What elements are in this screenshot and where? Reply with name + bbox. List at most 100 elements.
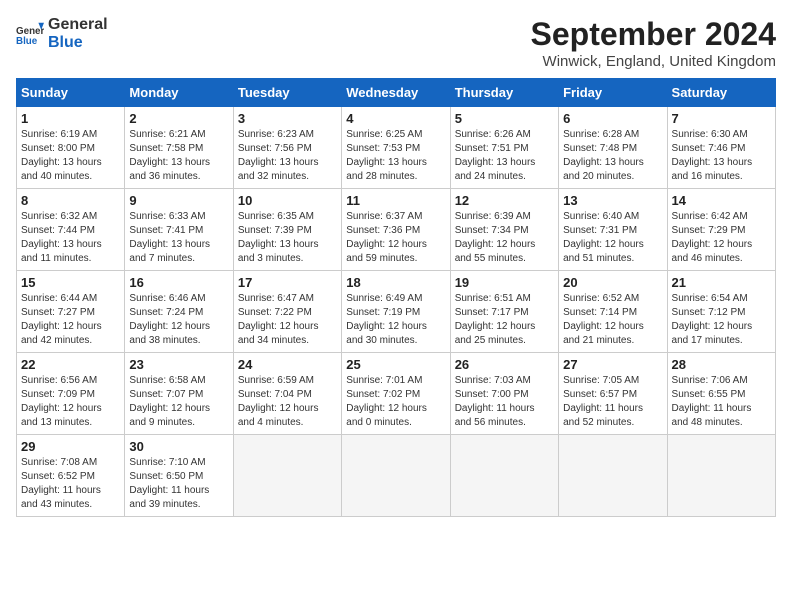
table-row: 29 Sunrise: 7:08 AMSunset: 6:52 PMDaylig… [17, 435, 125, 517]
table-row: 2 Sunrise: 6:21 AMSunset: 7:58 PMDayligh… [125, 107, 233, 189]
day-number: 3 [238, 111, 337, 126]
day-info: Sunrise: 6:32 AMSunset: 7:44 PMDaylight:… [21, 210, 120, 266]
table-row [559, 435, 667, 517]
table-row: 17 Sunrise: 6:47 AMSunset: 7:22 PMDaylig… [233, 271, 341, 353]
day-number: 23 [129, 357, 228, 372]
col-sunday: Sunday [17, 79, 125, 107]
table-row [667, 435, 775, 517]
logo: General Blue General Blue [16, 16, 108, 51]
day-number: 24 [238, 357, 337, 372]
day-number: 7 [672, 111, 771, 126]
table-row: 9 Sunrise: 6:33 AMSunset: 7:41 PMDayligh… [125, 189, 233, 271]
title-area: September 2024 Winwick, England, United … [531, 16, 776, 70]
day-info: Sunrise: 6:59 AMSunset: 7:04 PMDaylight:… [238, 374, 337, 430]
day-info: Sunrise: 6:44 AMSunset: 7:27 PMDaylight:… [21, 292, 120, 348]
day-number: 20 [563, 275, 662, 290]
day-number: 30 [129, 439, 228, 454]
day-number: 27 [563, 357, 662, 372]
day-number: 16 [129, 275, 228, 290]
day-number: 1 [21, 111, 120, 126]
day-info: Sunrise: 6:58 AMSunset: 7:07 PMDaylight:… [129, 374, 228, 430]
day-number: 19 [455, 275, 554, 290]
table-row: 3 Sunrise: 6:23 AMSunset: 7:56 PMDayligh… [233, 107, 341, 189]
table-row: 19 Sunrise: 6:51 AMSunset: 7:17 PMDaylig… [450, 271, 558, 353]
table-row: 21 Sunrise: 6:54 AMSunset: 7:12 PMDaylig… [667, 271, 775, 353]
table-row: 10 Sunrise: 6:35 AMSunset: 7:39 PMDaylig… [233, 189, 341, 271]
table-row: 27 Sunrise: 7:05 AMSunset: 6:57 PMDaylig… [559, 353, 667, 435]
day-number: 21 [672, 275, 771, 290]
day-number: 4 [346, 111, 445, 126]
day-info: Sunrise: 6:30 AMSunset: 7:46 PMDaylight:… [672, 128, 771, 184]
day-info: Sunrise: 6:39 AMSunset: 7:34 PMDaylight:… [455, 210, 554, 266]
day-info: Sunrise: 6:26 AMSunset: 7:51 PMDaylight:… [455, 128, 554, 184]
table-row: 24 Sunrise: 6:59 AMSunset: 7:04 PMDaylig… [233, 353, 341, 435]
day-number: 15 [21, 275, 120, 290]
day-number: 11 [346, 193, 445, 208]
day-number: 17 [238, 275, 337, 290]
day-info: Sunrise: 6:25 AMSunset: 7:53 PMDaylight:… [346, 128, 445, 184]
svg-text:Blue: Blue [16, 35, 38, 46]
day-info: Sunrise: 6:19 AMSunset: 8:00 PMDaylight:… [21, 128, 120, 184]
day-info: Sunrise: 6:23 AMSunset: 7:56 PMDaylight:… [238, 128, 337, 184]
col-tuesday: Tuesday [233, 79, 341, 107]
table-row [450, 435, 558, 517]
day-info: Sunrise: 6:52 AMSunset: 7:14 PMDaylight:… [563, 292, 662, 348]
table-row: 8 Sunrise: 6:32 AMSunset: 7:44 PMDayligh… [17, 189, 125, 271]
table-row: 20 Sunrise: 6:52 AMSunset: 7:14 PMDaylig… [559, 271, 667, 353]
day-info: Sunrise: 6:46 AMSunset: 7:24 PMDaylight:… [129, 292, 228, 348]
col-wednesday: Wednesday [342, 79, 450, 107]
table-row: 1 Sunrise: 6:19 AMSunset: 8:00 PMDayligh… [17, 107, 125, 189]
table-row: 13 Sunrise: 6:40 AMSunset: 7:31 PMDaylig… [559, 189, 667, 271]
day-number: 6 [563, 111, 662, 126]
table-row: 7 Sunrise: 6:30 AMSunset: 7:46 PMDayligh… [667, 107, 775, 189]
day-info: Sunrise: 6:54 AMSunset: 7:12 PMDaylight:… [672, 292, 771, 348]
logo-blue-text: Blue [48, 34, 108, 52]
table-row: 4 Sunrise: 6:25 AMSunset: 7:53 PMDayligh… [342, 107, 450, 189]
table-row: 5 Sunrise: 6:26 AMSunset: 7:51 PMDayligh… [450, 107, 558, 189]
day-number: 5 [455, 111, 554, 126]
day-info: Sunrise: 6:33 AMSunset: 7:41 PMDaylight:… [129, 210, 228, 266]
day-number: 12 [455, 193, 554, 208]
col-thursday: Thursday [450, 79, 558, 107]
day-info: Sunrise: 6:42 AMSunset: 7:29 PMDaylight:… [672, 210, 771, 266]
col-monday: Monday [125, 79, 233, 107]
table-row: 30 Sunrise: 7:10 AMSunset: 6:50 PMDaylig… [125, 435, 233, 517]
day-number: 25 [346, 357, 445, 372]
day-number: 22 [21, 357, 120, 372]
day-info: Sunrise: 7:05 AMSunset: 6:57 PMDaylight:… [563, 374, 662, 430]
table-row: 12 Sunrise: 6:39 AMSunset: 7:34 PMDaylig… [450, 189, 558, 271]
day-info: Sunrise: 6:21 AMSunset: 7:58 PMDaylight:… [129, 128, 228, 184]
day-info: Sunrise: 6:37 AMSunset: 7:36 PMDaylight:… [346, 210, 445, 266]
calendar-subtitle: Winwick, England, United Kingdom [531, 53, 776, 70]
col-friday: Friday [559, 79, 667, 107]
week-row-1: 8 Sunrise: 6:32 AMSunset: 7:44 PMDayligh… [17, 189, 776, 271]
day-number: 14 [672, 193, 771, 208]
day-number: 28 [672, 357, 771, 372]
day-number: 10 [238, 193, 337, 208]
day-number: 29 [21, 439, 120, 454]
col-saturday: Saturday [667, 79, 775, 107]
calendar-title: September 2024 [531, 16, 776, 53]
day-info: Sunrise: 6:56 AMSunset: 7:09 PMDaylight:… [21, 374, 120, 430]
day-info: Sunrise: 7:06 AMSunset: 6:55 PMDaylight:… [672, 374, 771, 430]
day-info: Sunrise: 6:28 AMSunset: 7:48 PMDaylight:… [563, 128, 662, 184]
table-row: 28 Sunrise: 7:06 AMSunset: 6:55 PMDaylig… [667, 353, 775, 435]
day-info: Sunrise: 6:51 AMSunset: 7:17 PMDaylight:… [455, 292, 554, 348]
header-row: Sunday Monday Tuesday Wednesday Thursday… [17, 79, 776, 107]
table-row: 22 Sunrise: 6:56 AMSunset: 7:09 PMDaylig… [17, 353, 125, 435]
table-row: 16 Sunrise: 6:46 AMSunset: 7:24 PMDaylig… [125, 271, 233, 353]
day-info: Sunrise: 7:08 AMSunset: 6:52 PMDaylight:… [21, 456, 120, 512]
day-number: 18 [346, 275, 445, 290]
table-row: 15 Sunrise: 6:44 AMSunset: 7:27 PMDaylig… [17, 271, 125, 353]
table-row: 6 Sunrise: 6:28 AMSunset: 7:48 PMDayligh… [559, 107, 667, 189]
calendar-table: Sunday Monday Tuesday Wednesday Thursday… [16, 78, 776, 517]
day-info: Sunrise: 7:03 AMSunset: 7:00 PMDaylight:… [455, 374, 554, 430]
logo-icon: General Blue [16, 20, 44, 48]
logo-general-text: General [48, 16, 108, 34]
week-row-4: 29 Sunrise: 7:08 AMSunset: 6:52 PMDaylig… [17, 435, 776, 517]
day-info: Sunrise: 6:47 AMSunset: 7:22 PMDaylight:… [238, 292, 337, 348]
day-info: Sunrise: 6:35 AMSunset: 7:39 PMDaylight:… [238, 210, 337, 266]
table-row: 25 Sunrise: 7:01 AMSunset: 7:02 PMDaylig… [342, 353, 450, 435]
day-number: 2 [129, 111, 228, 126]
table-row: 23 Sunrise: 6:58 AMSunset: 7:07 PMDaylig… [125, 353, 233, 435]
